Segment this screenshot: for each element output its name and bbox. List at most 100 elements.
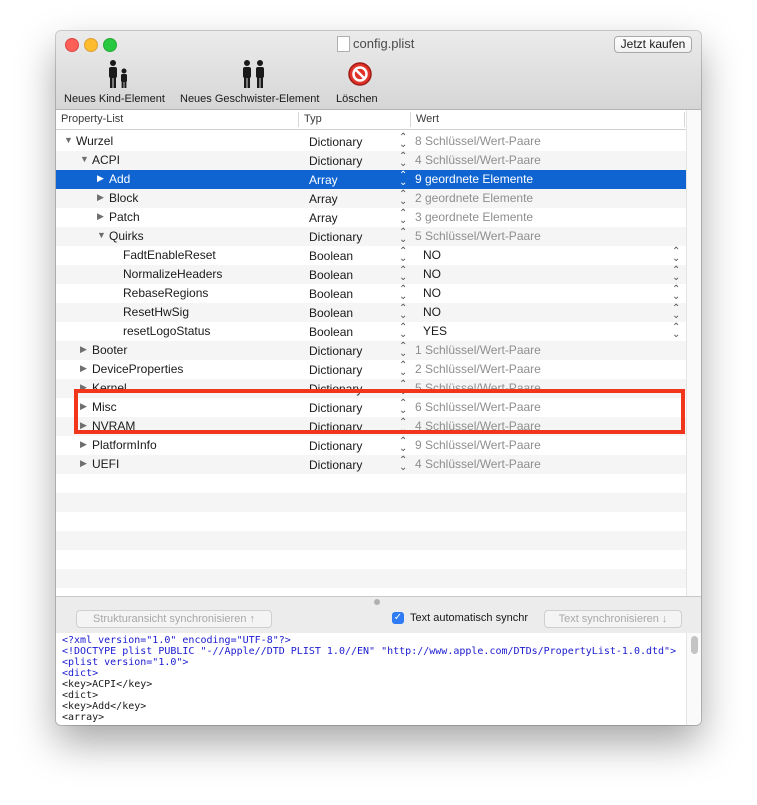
outline-row[interactable]: FadtEnableReset Boolean ⌃ ⌄ NO ⌃ ⌄ xyxy=(56,246,686,265)
outline-row[interactable]: ▶ UEFI Dictionary ⌃ ⌄ 4 Schlüssel/Wert-Paare xyxy=(56,455,686,474)
type-popup-icon[interactable]: ⌃ ⌄ xyxy=(399,152,407,169)
row-key[interactable]: ACPI xyxy=(92,153,120,167)
row-type[interactable]: Array xyxy=(309,211,338,225)
row-type[interactable]: Dictionary xyxy=(309,230,362,244)
type-popup-icon[interactable]: ⌃ ⌄ xyxy=(399,285,407,302)
type-popup-icon[interactable]: ⌃ ⌄ xyxy=(399,133,407,150)
outline-row[interactable]: ▶ DeviceProperties Dictionary ⌃ ⌄ 2 Schlüssel… xyxy=(56,360,686,379)
outline-row[interactable]: resetLogoStatus Boolean ⌃ ⌄ YES ⌃ ⌄ xyxy=(56,322,686,341)
column-type[interactable]: Typ xyxy=(304,113,322,125)
disclosure-closed-icon[interactable]: ▶ xyxy=(80,458,87,469)
row-type[interactable]: Dictionary xyxy=(309,439,362,453)
row-type[interactable]: Dictionary xyxy=(309,135,362,149)
row-value[interactable]: 1 Schlüssel/Wert-Paare xyxy=(415,343,541,357)
disclosure-closed-icon[interactable]: ▶ xyxy=(80,363,87,374)
disclosure-closed-icon[interactable]: ▶ xyxy=(97,192,104,203)
row-key[interactable]: resetLogoStatus xyxy=(123,324,210,338)
row-value[interactable]: 2 Schlüssel/Wert-Paare xyxy=(415,362,541,376)
row-key[interactable]: Quirks xyxy=(109,229,144,243)
row-type[interactable]: Dictionary xyxy=(309,154,362,168)
type-popup-icon[interactable]: ⌃ ⌄ xyxy=(399,209,407,226)
row-type[interactable]: Array xyxy=(309,192,338,206)
zoom-window-button[interactable] xyxy=(103,38,117,52)
column-value[interactable]: Wert xyxy=(416,113,439,125)
xml-scroll-thumb[interactable] xyxy=(691,636,698,654)
row-value[interactable]: 9 geordnete Elemente xyxy=(415,172,533,186)
disclosure-open-icon[interactable]: ▼ xyxy=(97,230,106,240)
type-popup-icon[interactable]: ⌃ ⌄ xyxy=(399,304,407,321)
row-key[interactable]: ResetHwSig xyxy=(123,305,189,319)
row-key[interactable]: NormalizeHeaders xyxy=(123,267,222,281)
row-type[interactable]: Array xyxy=(309,173,338,187)
value-popup-icon[interactable]: ⌃ ⌄ xyxy=(672,285,680,302)
row-value[interactable]: YES xyxy=(423,324,447,338)
sync-text-button[interactable]: Text synchronisieren ↓ xyxy=(544,610,682,628)
row-key[interactable]: UEFI xyxy=(92,457,119,471)
outline-row[interactable]: ▼ Quirks Dictionary ⌃ ⌄ 5 Schlüssel/Wert-Paar… xyxy=(56,227,686,246)
row-key[interactable]: Patch xyxy=(109,210,140,224)
value-popup-icon[interactable]: ⌃ ⌄ xyxy=(672,266,680,283)
outline-row[interactable]: ▶ Booter Dictionary ⌃ ⌄ 1 Schlüssel/Wert-Paar… xyxy=(56,341,686,360)
auto-text-checkbox[interactable]: ✓ xyxy=(392,612,404,624)
split-divider[interactable] xyxy=(56,596,701,607)
row-type[interactable]: Boolean xyxy=(309,287,353,301)
row-value[interactable]: 5 Schlüssel/Wert-Paare xyxy=(415,229,541,243)
row-type[interactable]: Boolean xyxy=(309,249,353,263)
disclosure-open-icon[interactable]: ▼ xyxy=(64,135,73,145)
value-popup-icon[interactable]: ⌃ ⌄ xyxy=(672,247,680,264)
row-type[interactable]: Dictionary xyxy=(309,363,362,377)
row-value[interactable]: NO xyxy=(423,286,441,300)
row-value[interactable]: 4 Schlüssel/Wert-Paare xyxy=(415,153,541,167)
row-type[interactable]: Dictionary xyxy=(309,344,362,358)
type-popup-icon[interactable]: ⌃ ⌄ xyxy=(399,361,407,378)
type-popup-icon[interactable]: ⌃ ⌄ xyxy=(399,171,407,188)
row-key[interactable]: RebaseRegions xyxy=(123,286,208,300)
buy-now-button[interactable]: Jetzt kaufen xyxy=(614,36,692,53)
row-value[interactable]: NO xyxy=(423,305,441,319)
type-popup-icon[interactable]: ⌃ ⌄ xyxy=(399,342,407,359)
type-popup-icon[interactable]: ⌃ ⌄ xyxy=(399,190,407,207)
disclosure-open-icon[interactable]: ▼ xyxy=(80,154,89,164)
column-property-list[interactable]: Property-List xyxy=(61,113,123,125)
row-key[interactable]: Booter xyxy=(92,343,127,357)
row-key[interactable]: Wurzel xyxy=(76,134,113,148)
disclosure-closed-icon[interactable]: ▶ xyxy=(97,173,104,184)
xml-scrollbar[interactable] xyxy=(686,633,701,725)
row-key[interactable]: FadtEnableReset xyxy=(123,248,216,262)
row-value[interactable]: 3 geordnete Elemente xyxy=(415,210,533,224)
type-popup-icon[interactable]: ⌃ ⌄ xyxy=(399,437,407,454)
row-value[interactable]: 8 Schlüssel/Wert-Paare xyxy=(415,134,541,148)
type-popup-icon[interactable]: ⌃ ⌄ xyxy=(399,228,407,245)
row-key[interactable]: Add xyxy=(109,172,130,186)
row-value[interactable]: NO xyxy=(423,267,441,281)
outline-row[interactable]: ▶ Block Array ⌃ ⌄ 2 geordnete Elemente xyxy=(56,189,686,208)
disclosure-closed-icon[interactable]: ▶ xyxy=(80,439,87,450)
sync-structure-button[interactable]: Strukturansicht synchronisieren ↑ xyxy=(76,610,272,628)
row-key[interactable]: PlatformInfo xyxy=(92,438,157,452)
outline-row[interactable]: ▼ ACPI Dictionary ⌃ ⌄ 4 Schlüssel/Wert-Paare xyxy=(56,151,686,170)
split-handle-dot[interactable] xyxy=(374,599,380,605)
xml-text-view[interactable]: <?xml version="1.0" encoding="UTF-8"?> <!… xyxy=(56,633,686,725)
outline-row[interactable]: ▶ PlatformInfo Dictionary ⌃ ⌄ 9 Schlüssel/Wer… xyxy=(56,436,686,455)
row-key[interactable]: Block xyxy=(109,191,138,205)
value-popup-icon[interactable]: ⌃ ⌄ xyxy=(672,323,680,340)
outline-row[interactable]: ▶ Add Array ⌃ ⌄ 9 geordnete Elemente xyxy=(56,170,686,189)
outline-row[interactable]: ResetHwSig Boolean ⌃ ⌄ NO ⌃ ⌄ xyxy=(56,303,686,322)
minimize-window-button[interactable] xyxy=(84,38,98,52)
type-popup-icon[interactable]: ⌃ ⌄ xyxy=(399,456,407,473)
close-window-button[interactable] xyxy=(65,38,79,52)
row-key[interactable]: DeviceProperties xyxy=(92,362,183,376)
row-type[interactable]: Boolean xyxy=(309,306,353,320)
value-popup-icon[interactable]: ⌃ ⌄ xyxy=(672,304,680,321)
row-value[interactable]: NO xyxy=(423,248,441,262)
row-type[interactable]: Boolean xyxy=(309,268,353,282)
row-type[interactable]: Dictionary xyxy=(309,458,362,472)
disclosure-closed-icon[interactable]: ▶ xyxy=(97,211,104,222)
row-value[interactable]: 9 Schlüssel/Wert-Paare xyxy=(415,438,541,452)
outline-row[interactable]: RebaseRegions Boolean ⌃ ⌄ NO ⌃ ⌄ xyxy=(56,284,686,303)
outline-row[interactable]: NormalizeHeaders Boolean ⌃ ⌄ NO ⌃ ⌄ xyxy=(56,265,686,284)
disclosure-closed-icon[interactable]: ▶ xyxy=(80,344,87,355)
row-type[interactable]: Boolean xyxy=(309,325,353,339)
outline-row[interactable]: ▶ Patch Array ⌃ ⌄ 3 geordnete Elemente xyxy=(56,208,686,227)
type-popup-icon[interactable]: ⌃ ⌄ xyxy=(399,323,407,340)
